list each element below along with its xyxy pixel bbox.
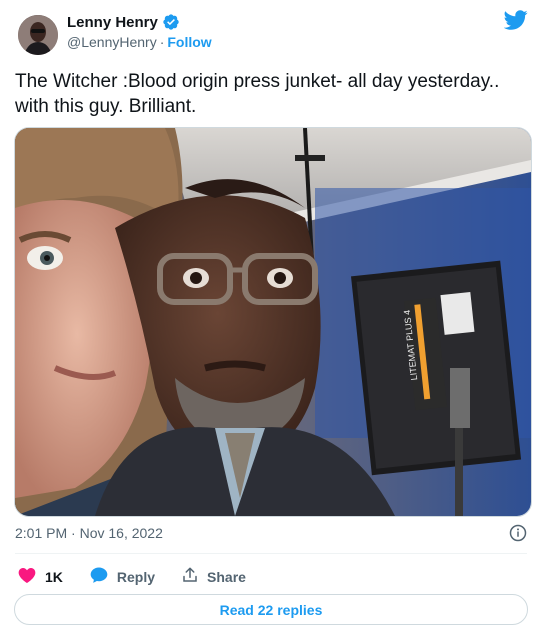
follow-link[interactable]: Follow bbox=[167, 34, 211, 50]
avatar[interactable] bbox=[18, 15, 58, 55]
read-replies-button[interactable]: Read 22 replies bbox=[14, 594, 528, 625]
author-handle-row: @LennyHenry · Follow bbox=[67, 34, 212, 50]
tweet-timestamp[interactable]: 2:01 PM · Nov 16, 2022 bbox=[15, 525, 163, 541]
heart-icon bbox=[17, 565, 37, 588]
tweet-photo[interactable]: LITEMAT PLUS 4 bbox=[14, 127, 532, 517]
action-bar: 1K Reply Share bbox=[15, 565, 246, 588]
info-icon[interactable] bbox=[509, 524, 527, 542]
share-button[interactable]: Share bbox=[181, 566, 246, 587]
author-name-row[interactable]: Lenny Henry bbox=[67, 13, 180, 31]
author-handle[interactable]: @LennyHenry bbox=[67, 34, 157, 50]
share-icon bbox=[181, 566, 199, 587]
author-name[interactable]: Lenny Henry bbox=[67, 14, 158, 31]
twitter-bird-icon[interactable] bbox=[503, 8, 528, 32]
reply-button[interactable]: Reply bbox=[89, 565, 155, 588]
divider bbox=[15, 553, 527, 554]
tweet-text: The Witcher :Blood origin press junket- … bbox=[15, 71, 500, 117]
like-button[interactable]: 1K bbox=[17, 565, 63, 588]
verified-badge-icon bbox=[162, 13, 180, 31]
separator-dot: · bbox=[159, 34, 165, 50]
share-label: Share bbox=[207, 568, 246, 585]
tweet-embed-card: Lenny Henry @LennyHenry · Follow The Wit… bbox=[0, 0, 540, 641]
like-count: 1K bbox=[45, 568, 63, 585]
reply-bubble-icon bbox=[89, 565, 109, 588]
reply-label: Reply bbox=[116, 568, 156, 585]
